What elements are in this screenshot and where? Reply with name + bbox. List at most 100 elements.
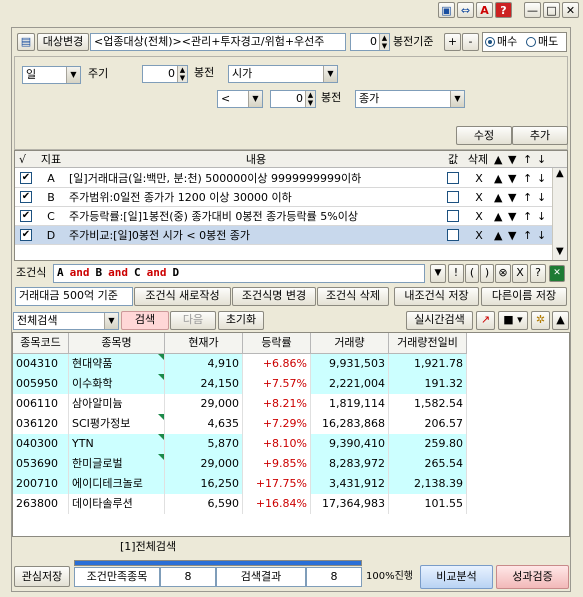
condition-row[interactable]: ✔ D 주가비교:[일]0봉전 시가 < 0봉전 종가 X ▲ ▼ ↑ ↓ — [15, 226, 552, 245]
scroll-up-icon[interactable]: ▲ — [556, 168, 564, 179]
move-top-icon[interactable]: ▲ — [494, 170, 506, 187]
formula-clear-button[interactable]: ⊗ — [495, 264, 511, 283]
next-button[interactable]: 다음 — [170, 311, 216, 330]
formula-field[interactable]: Aand Band Cand D — [53, 264, 425, 283]
table-row[interactable]: 006110 삼아알미늄 29,000 +8.21% 1,819,114 1,582.54 — [13, 394, 467, 414]
move-up-icon[interactable]: ↑ — [523, 170, 535, 187]
row-value-checkbox[interactable] — [447, 210, 459, 222]
spin-icon[interactable]: ▲ ▼ — [305, 91, 315, 107]
buy-radio[interactable] — [485, 37, 495, 47]
column-header[interactable]: 종목코드 — [13, 333, 69, 354]
row-delete-button[interactable]: X — [467, 227, 491, 244]
row-checkbox[interactable]: ✔ — [20, 229, 32, 241]
move-top-icon[interactable]: ▲ — [494, 189, 506, 206]
tab-all-search[interactable]: [1]전체검색 — [12, 538, 570, 558]
minus-button[interactable]: - — [462, 33, 479, 51]
column-header[interactable]: 현재가 — [165, 333, 243, 354]
move-top-icon[interactable]: ▲ — [494, 227, 506, 244]
table-row[interactable]: 200710 에이디테크놀로 16,250 +17.75% 3,431,912 2,138… — [13, 474, 467, 494]
scroll-down-icon[interactable]: ▼ — [556, 246, 564, 257]
plus-button[interactable]: + — [444, 33, 461, 51]
delete-formula-button[interactable]: 조건식 삭제 — [317, 287, 389, 306]
save-my-formula-button[interactable]: 내조건식 저장 — [394, 287, 479, 306]
condition-scrollbar[interactable]: ▲ ▼ — [552, 168, 567, 260]
help-icon[interactable]: ? — [495, 2, 512, 18]
move-top-icon[interactable]: ▲ — [494, 208, 506, 225]
column-header[interactable]: 종목명 — [69, 333, 165, 354]
new-formula-button[interactable]: 조건식 새로작성 — [134, 287, 231, 306]
target-change-button[interactable]: 대상변경 — [37, 33, 89, 51]
period-select[interactable]: 일 ▼ — [22, 66, 81, 84]
font-icon[interactable]: A — [476, 2, 493, 18]
price-field-select[interactable]: 시가 ▼ — [228, 65, 338, 83]
condition-row[interactable]: ✔ A [일]거래대금(일:백만, 분:천) 500000이상 99999999… — [15, 169, 552, 188]
reset-button[interactable]: 초기화 — [218, 311, 264, 330]
table-row[interactable]: 004310 현대약품 4,910 +6.86% 9,931,503 1,921.78 — [13, 354, 467, 374]
condition-row[interactable]: ✔ C 주가등락률:[일]1봉전(중) 종가대비 0봉전 종가등락률 5%이상 … — [15, 207, 552, 226]
move-bottom-icon[interactable]: ▼ — [508, 208, 520, 225]
compare-button[interactable]: 비교분석 — [420, 565, 493, 589]
chevron-down-icon[interactable]: ▼ — [248, 91, 262, 107]
price-field2-select[interactable]: 종가 ▼ — [355, 90, 465, 108]
search-button[interactable]: 검색 — [121, 311, 169, 330]
save-interest-button[interactable]: 관심저장 — [14, 566, 70, 587]
rename-formula-button[interactable]: 조건식명 변경 — [232, 287, 316, 306]
move-down-icon[interactable]: ↓ — [537, 170, 549, 187]
move-down-icon[interactable]: ↓ — [537, 208, 549, 225]
save-as-button[interactable]: 다른이름 저장 — [481, 287, 567, 306]
row-value-checkbox[interactable] — [447, 172, 459, 184]
formula-help-button[interactable]: ? — [530, 264, 546, 283]
excel-icon[interactable]: ✕ — [549, 265, 565, 282]
search-scope-select[interactable]: 전체검색 ▼ — [13, 312, 119, 330]
spin-icon[interactable]: ▲ ▼ — [379, 34, 389, 50]
table-row[interactable]: 053690 한미글로벌 29,000 +9.85% 8,283,972 265.54 — [13, 454, 467, 474]
minimize-icon[interactable]: — — [524, 2, 541, 18]
formula-name-field[interactable]: 거래대금 500억 기준 — [15, 287, 133, 306]
formula-open-paren-button[interactable]: ( — [465, 264, 479, 283]
row-delete-button[interactable]: X — [467, 170, 491, 187]
move-up-icon[interactable]: ↑ — [523, 227, 535, 244]
link-icon[interactable]: ⇔ — [457, 2, 474, 18]
bong-basis-spinner[interactable]: 0 ▲ ▼ — [350, 33, 390, 51]
column-header[interactable]: 등락률 — [243, 333, 311, 354]
gear-icon[interactable]: ✲ — [531, 311, 550, 330]
verify-button[interactable]: 성과검증 — [496, 565, 569, 589]
move-bottom-icon[interactable]: ▼ — [508, 227, 520, 244]
chevron-down-icon[interactable]: ▼ — [66, 67, 80, 83]
bong1-spinner[interactable]: 0 ▲ ▼ — [142, 65, 188, 83]
view-menu-icon[interactable]: ■ ▾ — [498, 311, 528, 330]
bong2-spinner[interactable]: 0 ▲ ▼ — [270, 90, 316, 108]
table-row[interactable]: 036120 SCI평가정보 4,635 +7.29% 16,283,868 206.57 — [13, 414, 467, 434]
table-row[interactable]: 040300 YTN 5,870 +8.10% 9,390,410 259.80 — [13, 434, 467, 454]
row-checkbox[interactable]: ✔ — [20, 172, 32, 184]
maximize-icon[interactable]: □ — [543, 2, 560, 18]
chevron-down-icon[interactable]: ▼ — [104, 313, 118, 329]
layout-icon[interactable]: ▣ — [438, 2, 455, 18]
add-button[interactable]: 추가 — [512, 126, 568, 145]
row-value-checkbox[interactable] — [447, 229, 459, 241]
formula-not-button[interactable]: ! — [448, 264, 464, 283]
move-down-icon[interactable]: ↓ — [537, 227, 549, 244]
formula-delete-button[interactable]: X — [512, 264, 528, 283]
row-checkbox[interactable]: ✔ — [20, 191, 32, 203]
formula-close-paren-button[interactable]: ) — [480, 264, 494, 283]
column-header[interactable]: 거래량 — [311, 333, 389, 354]
move-up-icon[interactable]: ↑ — [523, 208, 535, 225]
realtime-search-button[interactable]: 실시간검색 — [406, 311, 473, 330]
move-down-icon[interactable]: ↓ — [537, 189, 549, 206]
target-field[interactable]: <업종대상(전체)><관리+투자경고/위험+우선주 — [90, 33, 346, 51]
close-icon[interactable]: ✕ — [562, 2, 579, 18]
condition-row[interactable]: ✔ B 주가범위:0일전 종가가 1200 이상 30000 이하 X ▲ ▼ … — [15, 188, 552, 207]
table-row[interactable]: 005950 이수화학 24,150 +7.57% 2,221,004 191.32 — [13, 374, 467, 394]
sell-radio[interactable] — [526, 37, 536, 47]
operator-select[interactable]: < ▼ — [217, 90, 263, 108]
move-bottom-icon[interactable]: ▼ — [508, 170, 520, 187]
chevron-down-icon[interactable]: ▼ — [450, 91, 464, 107]
export-icon[interactable]: ↗ — [476, 311, 495, 330]
move-up-icon[interactable]: ↑ — [523, 189, 535, 206]
formula-dropdown-icon[interactable]: ▼ — [430, 264, 446, 283]
book-icon[interactable]: ▤ — [17, 33, 35, 51]
column-header[interactable]: 거래량전일비 — [389, 333, 467, 354]
row-delete-button[interactable]: X — [467, 189, 491, 206]
chevron-down-icon[interactable]: ▼ — [323, 66, 337, 82]
